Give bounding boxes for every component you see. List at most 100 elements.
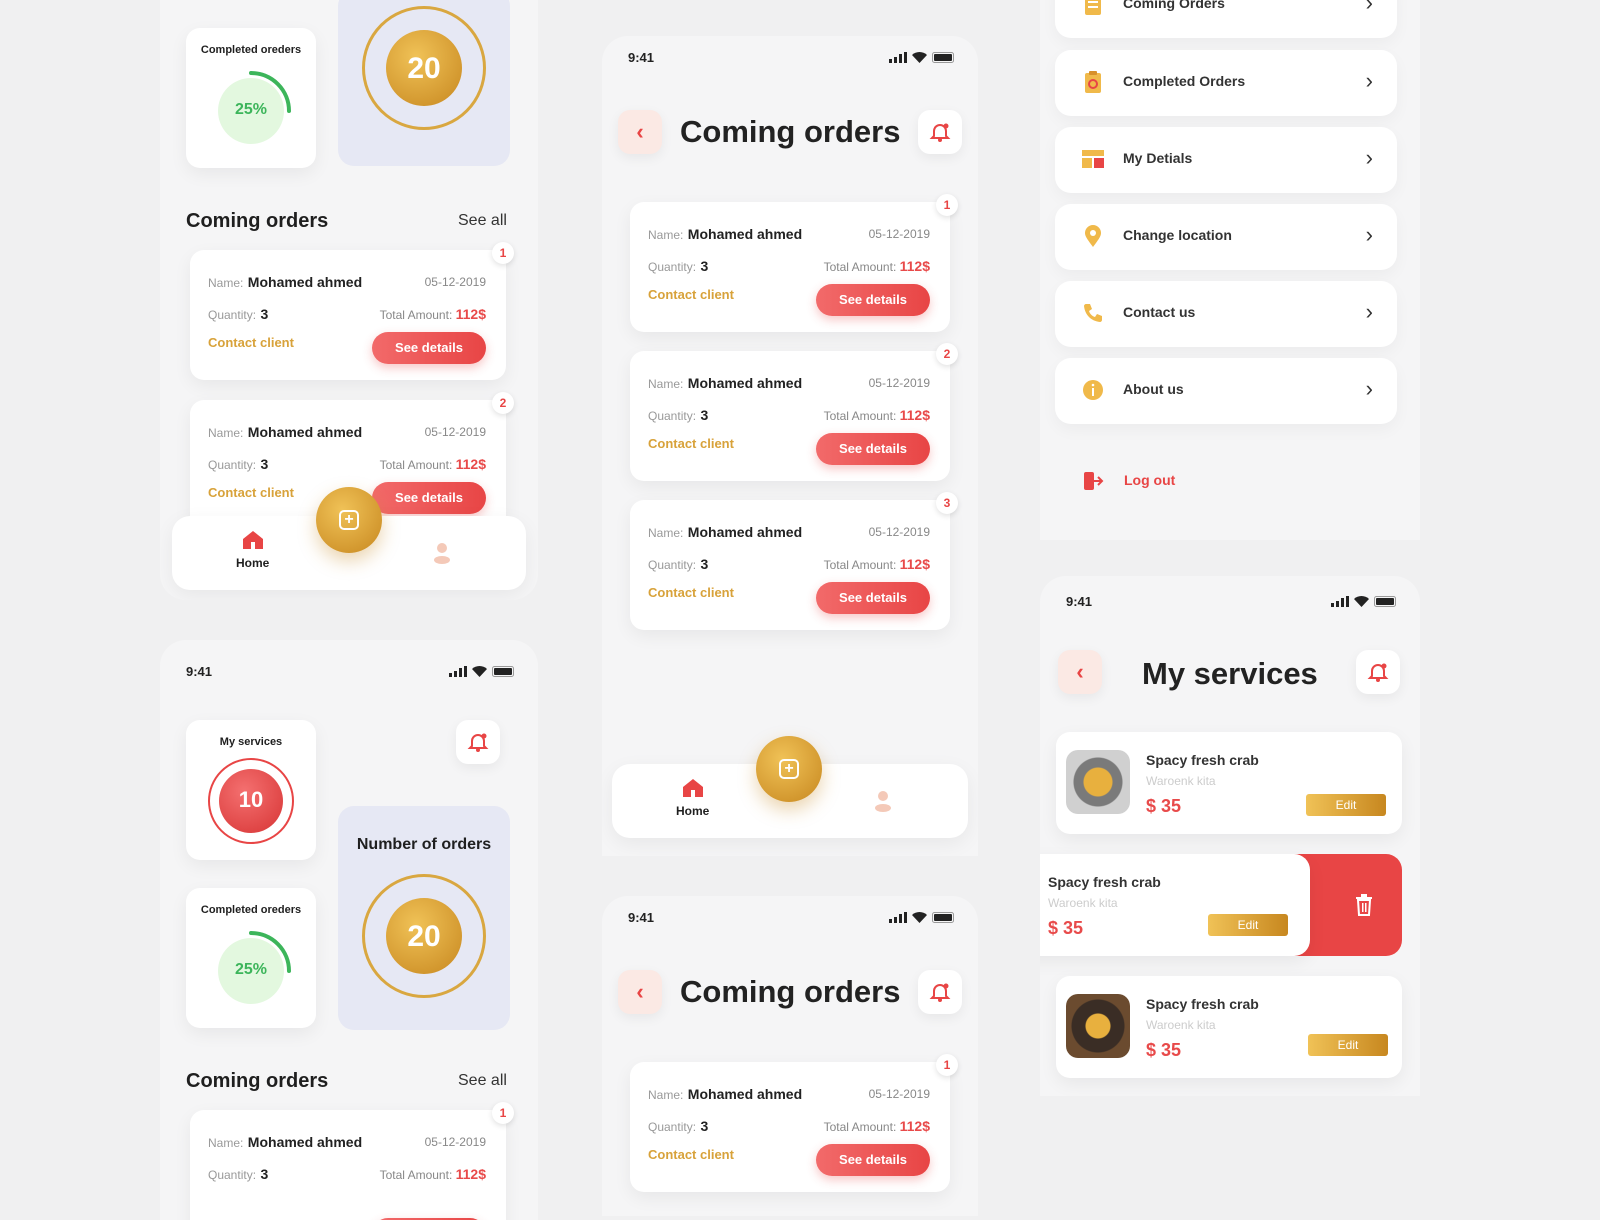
- signal-icon: [889, 912, 907, 923]
- total-value: 112$: [899, 556, 930, 572]
- logout-label: Log out: [1124, 472, 1176, 488]
- menu-item-label: About us: [1123, 381, 1184, 397]
- quantity-label: Quantity:: [648, 558, 697, 572]
- order-card[interactable]: Name: Mohamed ahmed 05-12-2019 Quantity:…: [630, 194, 958, 332]
- home-icon[interactable]: [682, 778, 704, 798]
- contact-client-link[interactable]: Contact client: [648, 287, 734, 302]
- number-of-orders-panel[interactable]: 20: [338, 0, 510, 166]
- my-services-card[interactable]: My services 10: [186, 720, 316, 860]
- page-title: My services: [1142, 656, 1318, 691]
- profile-icon[interactable]: [874, 790, 892, 812]
- see-all-link[interactable]: See all: [458, 212, 507, 230]
- see-details-button[interactable]: See details: [372, 332, 486, 364]
- notification-button[interactable]: [918, 110, 962, 154]
- completed-orders-card[interactable]: Completed oreders 25%: [186, 28, 316, 168]
- wifi-icon: [912, 912, 927, 923]
- chevron-left-icon: ‹: [636, 979, 644, 1004]
- chevron-right-icon: ›: [1365, 68, 1373, 93]
- client-name: Mohamed ahmed: [687, 226, 803, 242]
- bell-icon: [1367, 663, 1389, 682]
- quantity-value: 3: [260, 456, 269, 472]
- completed-orders-card[interactable]: Completed oreders 25%: [186, 888, 316, 1028]
- client-name: Mohamed ahmed: [687, 1086, 803, 1102]
- contact-client-link[interactable]: Contact client: [208, 485, 294, 500]
- plus-icon: +: [339, 510, 359, 530]
- see-details-button[interactable]: See details: [816, 284, 930, 316]
- menu-item-completed-orders[interactable]: Completed Orders ›: [1055, 50, 1397, 116]
- service-card[interactable]: Spacy fresh crab Waroenk kita $ 35 Edit: [1056, 732, 1402, 834]
- service-card[interactable]: Spacy fresh crab Waroenk kita $ 35 Edit: [1056, 976, 1402, 1078]
- logout-button[interactable]: Log out: [1080, 468, 1200, 494]
- my-services-screen: 9:41 ‹ My services Spacy fresh crab Waro…: [1040, 576, 1420, 1096]
- order-number-badge: 3: [936, 492, 958, 514]
- service-name: Spacy fresh crab: [1048, 874, 1161, 890]
- see-all-link[interactable]: See all: [458, 1072, 507, 1090]
- contact-client-link[interactable]: Contact client: [208, 335, 294, 350]
- total-value: 112$: [455, 306, 486, 322]
- notification-button[interactable]: [456, 720, 500, 764]
- back-button[interactable]: ‹: [1058, 650, 1102, 694]
- name-label: Name:: [648, 526, 684, 540]
- total-label: Total Amount:: [379, 1168, 453, 1182]
- order-card[interactable]: Name: Mohamed ahmed 05-12-2019 Quantity:…: [630, 492, 958, 630]
- wifi-icon: [912, 52, 927, 63]
- chevron-left-icon: ‹: [1076, 659, 1084, 684]
- coming-orders-screen: 9:41 ‹ Coming orders Name: Mohamed ahmed…: [602, 36, 978, 856]
- notification-button[interactable]: [918, 970, 962, 1014]
- order-card[interactable]: Name: Mohamed ahmed 05-12-2019 Quantity:…: [630, 343, 958, 481]
- menu-item-coming-orders[interactable]: Coming Orders ›: [1055, 0, 1397, 38]
- edit-button[interactable]: Edit: [1308, 1034, 1388, 1056]
- menu-item-change-location[interactable]: Change location ›: [1055, 204, 1397, 270]
- menu-item-about-us[interactable]: About us ›: [1055, 358, 1397, 424]
- wifi-icon: [472, 666, 487, 677]
- clipboard-check-icon: [1085, 71, 1101, 93]
- edit-button[interactable]: Edit: [1306, 794, 1386, 816]
- see-details-button[interactable]: See details: [816, 582, 930, 614]
- see-details-button[interactable]: See details: [372, 482, 486, 514]
- back-button[interactable]: ‹: [618, 970, 662, 1014]
- see-details-button[interactable]: See details: [816, 433, 930, 465]
- service-price: $ 35: [1146, 796, 1182, 816]
- edit-button[interactable]: Edit: [1208, 914, 1288, 936]
- chevron-right-icon: ›: [1365, 0, 1373, 15]
- chevron-right-icon: ›: [1365, 299, 1373, 324]
- service-card[interactable]: Spacy fresh crab Waroenk kita $ 35 Edit: [1040, 854, 1310, 956]
- nav-home-label[interactable]: Home: [236, 556, 269, 570]
- total-value: 112$: [899, 1118, 930, 1134]
- order-card[interactable]: Name: Mohamed ahmed 05-12-2019 Quantity:…: [190, 1102, 514, 1220]
- service-dish-image: [1066, 750, 1130, 814]
- quantity-value: 3: [700, 258, 709, 274]
- home-icon[interactable]: [242, 530, 264, 550]
- order-card[interactable]: Name: Mohamed ahmed 05-12-2019 Quantity:…: [190, 242, 514, 380]
- menu-item-my-details[interactable]: My Detials ›: [1055, 127, 1397, 193]
- order-card[interactable]: Name: Mohamed ahmed 05-12-2019 Quantity:…: [630, 1054, 958, 1192]
- notification-button[interactable]: [1356, 650, 1400, 694]
- battery-icon: [932, 52, 954, 63]
- back-button[interactable]: ‹: [618, 110, 662, 154]
- swiped-service-row: Spacy fresh crab Waroenk kita $ 35 Edit: [1040, 854, 1402, 956]
- status-time: 9:41: [1066, 594, 1093, 609]
- status-bar: 9:41: [602, 50, 978, 70]
- contact-client-link[interactable]: Contact client: [648, 1147, 734, 1162]
- contact-client-link[interactable]: Contact client: [648, 585, 734, 600]
- add-fab-button[interactable]: +: [756, 736, 822, 802]
- menu-item-contact-us[interactable]: Contact us ›: [1055, 281, 1397, 347]
- nav-home-label[interactable]: Home: [676, 804, 709, 818]
- my-services-label: My services: [219, 736, 283, 748]
- order-date: 05-12-2019: [424, 425, 486, 439]
- battery-icon: [932, 912, 954, 923]
- add-fab-button[interactable]: +: [316, 487, 382, 553]
- number-of-orders-panel[interactable]: Number of orders 20: [338, 806, 510, 1030]
- order-date: 05-12-2019: [868, 376, 930, 390]
- order-number-badge: 1: [492, 242, 514, 264]
- coming-orders-screen: 9:41 ‹ Coming orders Name: Mohamed ahmed…: [602, 896, 978, 1216]
- number-of-orders-label: Number of orders: [356, 836, 492, 853]
- profile-icon[interactable]: [433, 542, 451, 564]
- total-value: 112$: [899, 407, 930, 423]
- coming-orders-heading: Coming orders: [186, 210, 329, 232]
- see-details-button[interactable]: See details: [816, 1144, 930, 1176]
- contact-client-link[interactable]: Contact client: [648, 436, 734, 451]
- service-vendor: Waroenk kita: [1146, 774, 1216, 788]
- number-of-orders-value: 20: [407, 920, 441, 953]
- quantity-label: Quantity:: [208, 458, 257, 472]
